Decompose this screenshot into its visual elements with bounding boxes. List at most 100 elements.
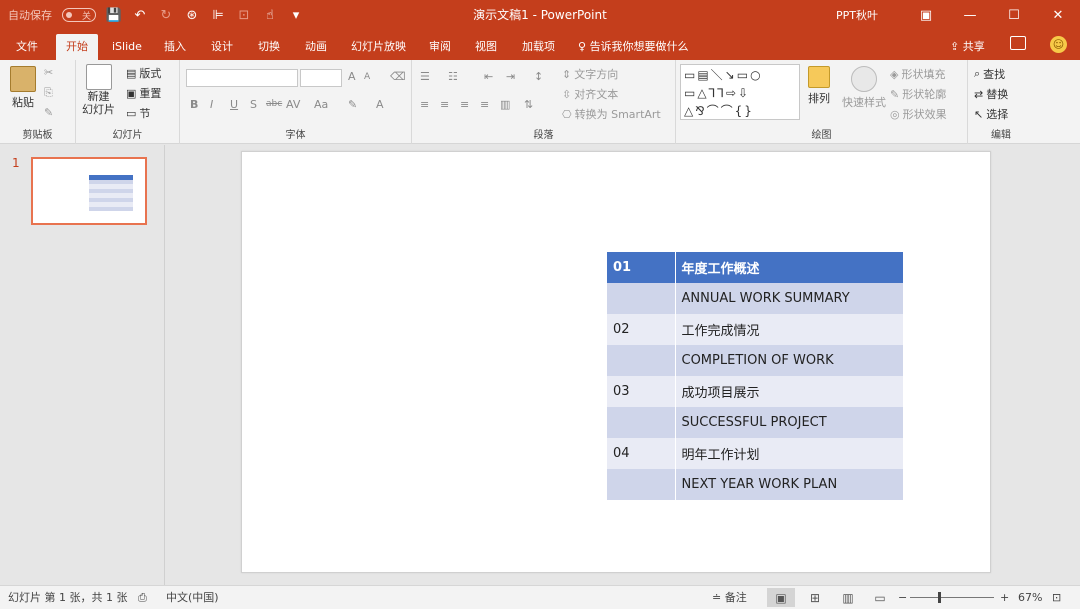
table-row[interactable]: 02 工作完成情况: [607, 314, 903, 345]
spelling-icon[interactable]: ⎙: [138, 586, 147, 609]
table-cell-number[interactable]: [607, 345, 676, 376]
slideshow-view-button[interactable]: ▭: [866, 588, 894, 607]
italic-button[interactable]: I: [210, 98, 213, 111]
slide-canvas[interactable]: 01 年度工作概述 ANNUAL WORK SUMMARY 02 工作完成情况 COMPL…: [241, 151, 991, 573]
close-button[interactable]: ✕: [1036, 0, 1080, 30]
reading-view-button[interactable]: ▥: [834, 588, 862, 607]
table-row[interactable]: 01 年度工作概述: [607, 252, 903, 283]
format-painter-icon[interactable]: ✎: [44, 106, 53, 119]
columns-icon[interactable]: ▥: [500, 98, 510, 111]
slide-sorter-view-button[interactable]: ⊞: [801, 588, 829, 607]
agenda-table[interactable]: 01 年度工作概述 ANNUAL WORK SUMMARY 02 工作完成情况 COMPL…: [607, 252, 903, 500]
table-cell-number[interactable]: 04: [607, 438, 676, 469]
table-row[interactable]: 03 成功项目展示: [607, 376, 903, 407]
shape-fill-button[interactable]: ◈ 形状填充: [890, 66, 945, 82]
font-color-icon[interactable]: A: [376, 98, 384, 111]
table-cell-text[interactable]: 年度工作概述: [675, 252, 903, 283]
maximize-button[interactable]: ☐: [992, 0, 1036, 30]
align-center-icon[interactable]: ≡: [440, 98, 449, 111]
tab-animations[interactable]: 动画: [299, 34, 333, 60]
layout-button[interactable]: ▤ 版式: [126, 65, 161, 81]
font-name-dropdown[interactable]: [186, 69, 298, 87]
table-cell-text[interactable]: 明年工作计划: [675, 438, 903, 469]
table-cell-number[interactable]: [607, 283, 676, 314]
clear-format-icon[interactable]: ⌫: [390, 70, 406, 83]
text-direction-alt-icon[interactable]: ⇅: [524, 98, 533, 111]
ribbon-display-options-icon[interactable]: ▣: [904, 0, 948, 30]
line-spacing-icon[interactable]: ↕: [534, 70, 543, 83]
tab-design[interactable]: 设计: [205, 34, 239, 60]
reset-button[interactable]: ▣ 重置: [126, 85, 161, 101]
table-row[interactable]: ANNUAL WORK SUMMARY: [607, 283, 903, 314]
table-cell-number[interactable]: 03: [607, 376, 676, 407]
tell-me-box[interactable]: ♀ 告诉我你想要做什么: [578, 34, 689, 60]
undo-icon[interactable]: ↶: [132, 7, 148, 23]
tab-transitions[interactable]: 切换: [252, 34, 286, 60]
shadow-button[interactable]: S: [250, 98, 257, 111]
copy-icon[interactable]: ⎘: [44, 86, 53, 100]
table-cell-text[interactable]: NEXT YEAR WORK PLAN: [675, 469, 903, 500]
tab-file[interactable]: 文件: [10, 34, 44, 60]
normal-view-button[interactable]: ▣: [767, 588, 795, 607]
shape-effects-button[interactable]: ◎ 形状效果: [890, 106, 947, 122]
bold-button[interactable]: B: [190, 98, 198, 111]
zoom-slider-thumb[interactable]: [938, 592, 941, 603]
quick-styles-button[interactable]: 快速样式: [842, 66, 886, 110]
tab-addins[interactable]: 加载项: [516, 34, 561, 60]
decrease-indent-icon[interactable]: ⇤: [484, 70, 493, 83]
tab-view[interactable]: 视图: [469, 34, 503, 60]
cut-icon[interactable]: ✂: [44, 66, 53, 79]
customize-qat-icon[interactable]: ▾: [288, 7, 304, 23]
spellcheck-icon[interactable]: ⊛: [184, 7, 200, 23]
table-cell-text[interactable]: 工作完成情况: [675, 314, 903, 345]
table-row[interactable]: NEXT YEAR WORK PLAN: [607, 469, 903, 500]
tab-home[interactable]: 开始: [56, 34, 98, 60]
tab-insert[interactable]: 插入: [158, 34, 192, 60]
find-button[interactable]: ⌕ 查找: [974, 66, 1005, 82]
notes-button[interactable]: ≐ 备注: [712, 586, 747, 609]
zoom-out-button[interactable]: −: [898, 586, 907, 609]
tab-slideshow[interactable]: 幻灯片放映: [345, 34, 412, 60]
table-cell-text[interactable]: ANNUAL WORK SUMMARY: [675, 283, 903, 314]
section-button[interactable]: ▭ 节: [126, 105, 150, 121]
table-row[interactable]: SUCCESSFUL PROJECT: [607, 407, 903, 438]
arrange-button[interactable]: 排列: [808, 66, 830, 106]
highlight-icon[interactable]: ✎: [348, 98, 357, 111]
change-case-button[interactable]: Aa: [314, 98, 328, 111]
paste-button[interactable]: 粘贴: [10, 66, 36, 110]
font-size-dropdown[interactable]: [300, 69, 342, 87]
save-icon[interactable]: 💾: [106, 7, 122, 23]
table-row[interactable]: COMPLETION OF WORK: [607, 345, 903, 376]
align-left-icon[interactable]: ≡: [420, 98, 429, 111]
tab-review[interactable]: 审阅: [423, 34, 457, 60]
table-cell-text[interactable]: COMPLETION OF WORK: [675, 345, 903, 376]
numbering-icon[interactable]: ☷: [448, 70, 458, 83]
touch-mode-icon[interactable]: ☝: [262, 7, 278, 23]
autosave-toggle[interactable]: 关: [62, 8, 96, 22]
minimize-button[interactable]: —: [948, 0, 992, 30]
share-button[interactable]: ⇪ 共享: [950, 34, 985, 60]
comments-icon[interactable]: [1010, 36, 1026, 50]
zoom-slider-track[interactable]: [910, 597, 994, 598]
table-cell-number[interactable]: [607, 407, 676, 438]
tab-islide[interactable]: iSlide: [106, 34, 148, 60]
strikethrough-button[interactable]: abc: [266, 99, 282, 109]
zoom-in-button[interactable]: +: [1000, 586, 1009, 609]
align-text-button[interactable]: ⇳ 对齐文本: [562, 86, 618, 102]
align-right-icon[interactable]: ≡: [460, 98, 469, 111]
increase-indent-icon[interactable]: ⇥: [506, 70, 515, 83]
redo-icon[interactable]: ↻: [158, 7, 174, 23]
table-cell-number[interactable]: 01: [607, 252, 676, 283]
bullets-icon[interactable]: ☰: [420, 70, 430, 83]
language-indicator[interactable]: 中文(中国): [166, 586, 219, 609]
zoom-level[interactable]: 67%: [1018, 586, 1042, 609]
shapes-gallery[interactable]: ▭▤＼↘▭○ ▭△⅂⅂⇨⇩ △⅋⌒⌒{}: [680, 64, 800, 120]
align-icon[interactable]: ⊫: [210, 7, 226, 23]
shrink-font-button[interactable]: A: [364, 72, 370, 82]
user-name[interactable]: PPT秋叶: [836, 7, 878, 23]
underline-button[interactable]: U: [230, 98, 238, 111]
slide-thumbnail[interactable]: [31, 157, 147, 225]
feedback-smile-icon[interactable]: ☺: [1050, 36, 1067, 53]
fit-to-window-icon[interactable]: ⊡: [1052, 586, 1061, 609]
shape-outline-button[interactable]: ✎ 形状轮廓: [890, 86, 946, 102]
